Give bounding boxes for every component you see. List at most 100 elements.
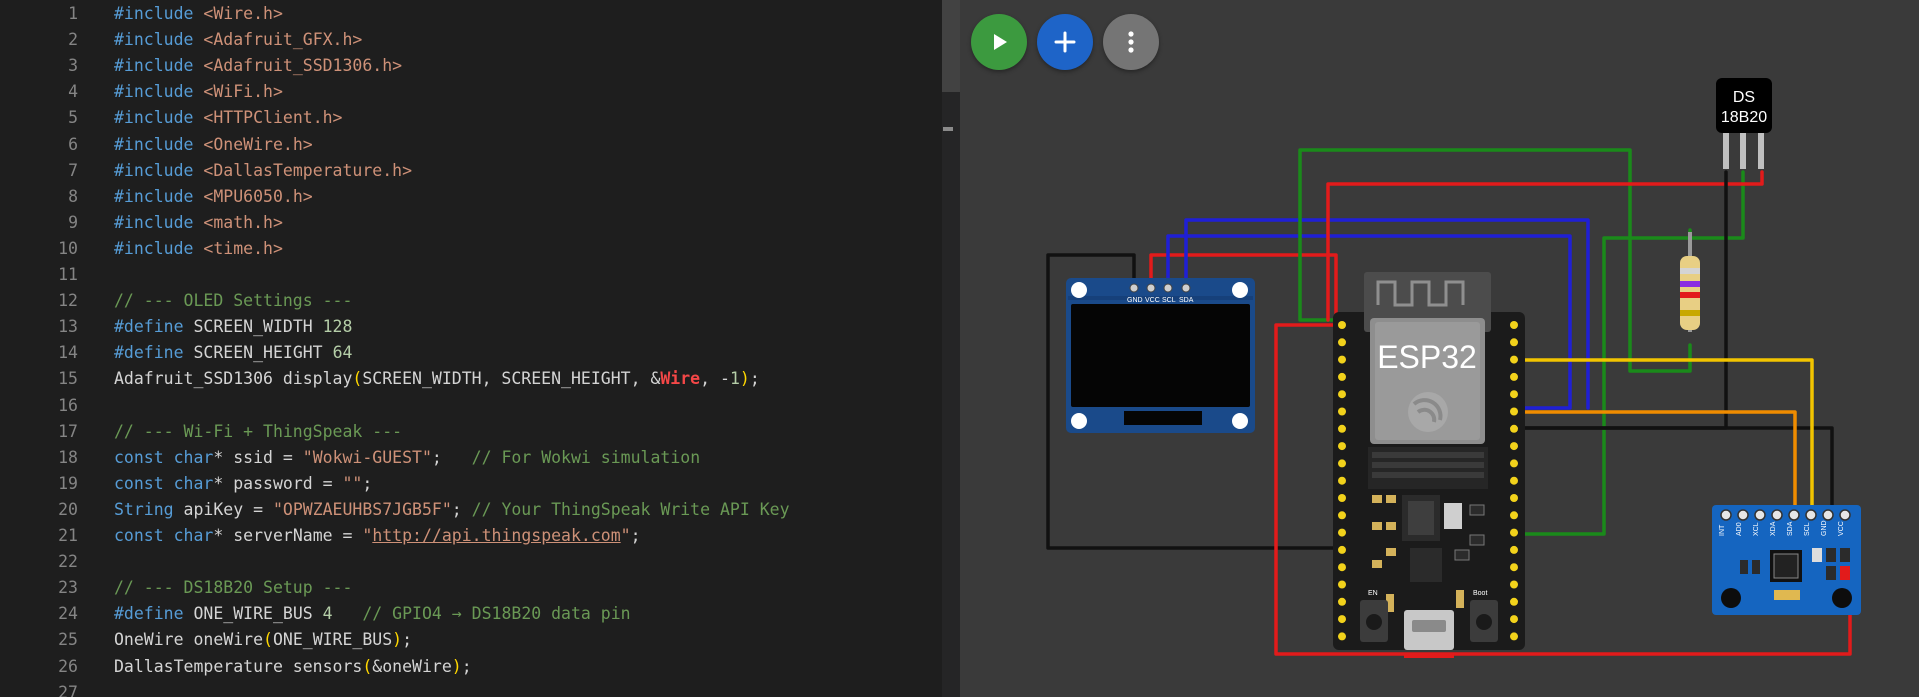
mpu6050-pin[interactable] <box>1754 509 1766 521</box>
code-line[interactable]: 4 #include <WiFi.h> <box>0 79 942 105</box>
code-line[interactable]: 6 #include <OneWire.h> <box>0 132 942 158</box>
esp32-pin[interactable] <box>1338 563 1346 572</box>
mpu6050-pin[interactable] <box>1805 509 1817 521</box>
esp32-pin[interactable] <box>1338 476 1346 485</box>
more-options-button[interactable] <box>1103 14 1159 70</box>
resistor[interactable] <box>1680 232 1700 332</box>
circuit-diagram[interactable]: GND VCC SCL SDA ESP32 EN Boot DS 18B20 I… <box>960 0 1919 697</box>
esp32-pin[interactable] <box>1338 615 1346 624</box>
start-simulation-button[interactable] <box>971 14 1027 70</box>
code-line[interactable]: 13 #define SCREEN_WIDTH 128 <box>0 314 942 340</box>
editor-scrollbar[interactable] <box>942 0 960 697</box>
code-text: #include <Adafruit_SSD1306.h> <box>114 53 402 79</box>
esp32-pin[interactable] <box>1338 355 1346 364</box>
esp32-pin[interactable] <box>1338 321 1346 329</box>
mpu6050-pin[interactable] <box>1720 509 1732 521</box>
esp32-pin[interactable] <box>1510 528 1518 537</box>
esp32-pin[interactable] <box>1338 597 1346 606</box>
code-token: " <box>362 526 373 545</box>
esp32-pin[interactable] <box>1510 563 1518 572</box>
esp32-board[interactable]: ESP32 EN Boot <box>1333 272 1525 658</box>
esp32-pin[interactable] <box>1510 442 1518 451</box>
code-line[interactable]: 18 const char* ssid = "Wokwi-GUEST"; // F… <box>0 445 942 471</box>
code-line[interactable]: 25 OneWire oneWire(ONE_WIRE_BUS); <box>0 627 942 653</box>
esp32-pin[interactable] <box>1510 494 1518 502</box>
code-line[interactable]: 21 const char* serverName = "http://api.t… <box>0 523 942 549</box>
esp32-pin[interactable] <box>1338 494 1346 502</box>
esp32-pin[interactable] <box>1338 407 1346 416</box>
esp32-pin[interactable] <box>1338 372 1346 381</box>
code-line[interactable]: 11 <box>0 262 942 288</box>
esp32-pin[interactable] <box>1510 511 1518 520</box>
code-line[interactable]: 14 #define SCREEN_HEIGHT 64 <box>0 340 942 366</box>
esp32-pin[interactable] <box>1510 597 1518 606</box>
mpu6050-pin[interactable] <box>1839 509 1851 521</box>
code-token: // Your ThingSpeak Write API Key <box>471 499 790 519</box>
oled-display[interactable]: GND VCC SCL SDA <box>1066 278 1255 433</box>
code-token: DallasTemperature sensors <box>114 656 363 676</box>
esp32-pin[interactable] <box>1510 372 1518 381</box>
esp32-pin[interactable] <box>1338 442 1346 451</box>
code-line[interactable]: 1 #include <Wire.h> <box>0 1 942 27</box>
esp32-pin[interactable] <box>1510 545 1518 554</box>
esp32-pin[interactable] <box>1510 355 1518 364</box>
code-line[interactable]: 19 const char* password = ""; <box>0 471 942 497</box>
code-line[interactable]: 24 #define ONE_WIRE_BUS 4 // GPIO4 → DS18… <box>0 601 942 627</box>
code-line[interactable]: 12 // --- OLED Settings --- <box>0 288 942 314</box>
code-token: "" <box>342 473 363 493</box>
esp32-pin[interactable] <box>1338 390 1346 399</box>
esp32-pin[interactable] <box>1338 511 1346 520</box>
esp32-pin[interactable] <box>1338 545 1346 554</box>
code-line[interactable]: 16 <box>0 393 942 419</box>
esp32-pin[interactable] <box>1510 407 1518 416</box>
code-line[interactable]: 15 Adafruit_SSD1306 display(SCREEN_WIDTH,… <box>0 366 942 392</box>
mpu6050-pin[interactable] <box>1788 509 1800 521</box>
code-line[interactable]: 10 #include <time.h> <box>0 236 942 262</box>
code-line[interactable]: 7 #include <DallasTemperature.h> <box>0 158 942 184</box>
code-line[interactable]: 23 // --- DS18B20 Setup --- <box>0 575 942 601</box>
code-line[interactable]: 27 <box>0 680 942 697</box>
code-line[interactable]: 2 #include <Adafruit_GFX.h> <box>0 27 942 53</box>
code-line[interactable]: 9 #include <math.h> <box>0 210 942 236</box>
mpu6050-pin[interactable] <box>1822 509 1834 521</box>
mpu6050-pin[interactable] <box>1737 509 1749 521</box>
esp32-pin[interactable] <box>1510 338 1518 347</box>
code-line[interactable]: 17 // --- Wi-Fi + ThingSpeak --- <box>0 419 942 445</box>
esp32-pin[interactable] <box>1338 580 1346 589</box>
mpu6050-pin[interactable] <box>1771 509 1783 521</box>
code-text: #define ONE_WIRE_BUS 4 // GPIO4 → DS18B2… <box>114 601 631 627</box>
code-token: SCREEN_HEIGHT <box>183 343 333 363</box>
esp32-pin[interactable] <box>1510 390 1518 399</box>
code-token: <time.h> <box>203 238 283 258</box>
esp32-pin[interactable] <box>1338 338 1346 347</box>
esp32-pin[interactable] <box>1338 632 1346 641</box>
line-number: 9 <box>68 212 78 232</box>
esp32-pin[interactable] <box>1510 632 1518 641</box>
code-editor[interactable]: 1 #include <Wire.h> 2 #include <Adafruit_GF… <box>0 0 942 697</box>
code-line[interactable]: 22 <box>0 549 942 575</box>
code-line[interactable]: 26 DallasTemperature sensors(&oneWire); <box>0 654 942 680</box>
esp32-pin[interactable] <box>1510 321 1518 329</box>
code-text: #include <OneWire.h> <box>114 132 313 158</box>
esp32-pin[interactable] <box>1338 459 1346 468</box>
esp32-pin[interactable] <box>1510 476 1518 485</box>
esp32-pin[interactable] <box>1510 580 1518 589</box>
esp32-pin[interactable] <box>1510 615 1518 624</box>
editor-scrollbar-thumb[interactable] <box>942 0 960 92</box>
code-line[interactable]: 20 String apiKey = "OPWZAEUHBS7JGB5F"; //… <box>0 497 942 523</box>
code-token: http://api.thingspeak.com <box>372 526 621 545</box>
code-line[interactable]: 5 #include <HTTPClient.h> <box>0 105 942 131</box>
esp32-pin[interactable] <box>1338 528 1346 537</box>
code-line[interactable]: 3 #include <Adafruit_SSD1306.h> <box>0 53 942 79</box>
esp32-pin[interactable] <box>1338 424 1346 433</box>
esp32-pin[interactable] <box>1510 459 1518 468</box>
mpu6050-sensor[interactable]: INT AD0 XCL XDA SDA SCL GND VCC <box>1712 505 1861 615</box>
code-line[interactable]: 8 #include <MPU6050.h> <box>0 184 942 210</box>
code-token: * password = <box>213 473 343 493</box>
add-part-button[interactable] <box>1037 14 1093 70</box>
ds18b20-sensor[interactable]: DS 18B20 <box>1716 78 1772 169</box>
esp32-pin[interactable] <box>1510 424 1518 433</box>
code-token: #include <box>114 212 194 232</box>
